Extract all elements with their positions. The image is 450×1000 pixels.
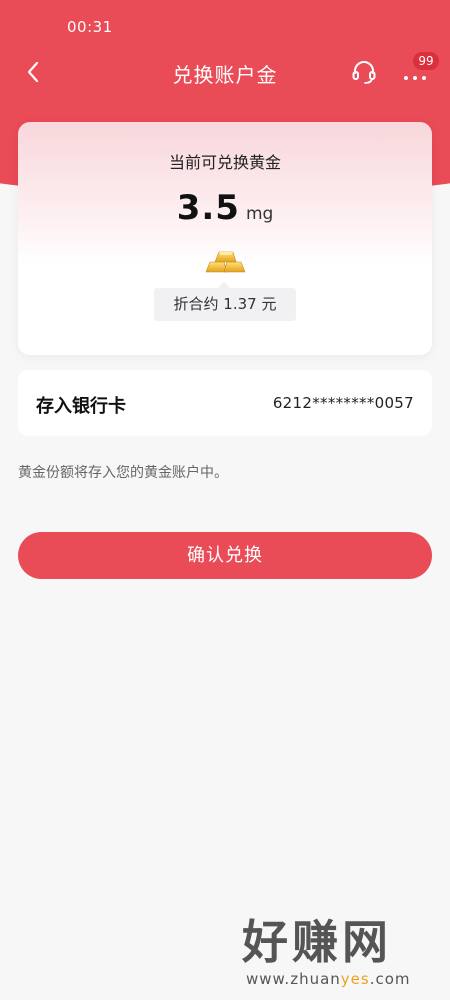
customer-service-button[interactable]: [350, 58, 378, 86]
confirm-exchange-button[interactable]: 确认兑换: [18, 532, 432, 579]
notification-badge: 99: [413, 52, 439, 70]
watermark-site-prefix: www.zhuan: [246, 970, 341, 988]
watermark-site-suffix: .com: [369, 970, 411, 988]
bank-card-label: 存入银行卡: [36, 396, 126, 417]
deposit-note: 黄金份额将存入您的黄金账户中。: [18, 465, 228, 481]
exchangeable-gold-label: 当前可兑换黄金: [168, 153, 281, 172]
gold-bars-icon: [205, 251, 246, 273]
watermark-site-highlight: yes: [340, 970, 370, 988]
gold-amount: 3.5 mg: [18, 188, 432, 228]
page-title: 兑换账户金: [172, 63, 278, 87]
exchange-page: 00:31 兑换账户金 99 当前可兑换黄金 3.5 mg 折合约 1.37 元…: [0, 0, 450, 1000]
gold-amount-unit: mg: [245, 204, 274, 224]
status-bar-time: 00:31: [67, 18, 113, 36]
approx-value: 1.37: [223, 295, 257, 313]
watermark: 好赚网 www.zhuanyes.com: [240, 914, 440, 994]
approx-value-tag: 折合约 1.37 元: [154, 282, 296, 321]
approx-currency: 元: [261, 295, 277, 313]
approx-prefix: 折合约: [173, 295, 219, 313]
nav-bar: 兑换账户金: [0, 50, 450, 94]
gold-amount-value: 3.5: [176, 188, 240, 228]
gold-balance-card: 当前可兑换黄金 3.5 mg 折合约 1.37 元: [18, 122, 432, 355]
bank-card-row[interactable]: 存入银行卡 6212********0057: [18, 370, 432, 436]
watermark-site: www.zhuanyes.com: [246, 970, 411, 988]
bank-card-number: 6212********0057: [272, 394, 414, 412]
headset-icon: [352, 61, 376, 84]
watermark-title: 好赚网: [242, 915, 392, 969]
